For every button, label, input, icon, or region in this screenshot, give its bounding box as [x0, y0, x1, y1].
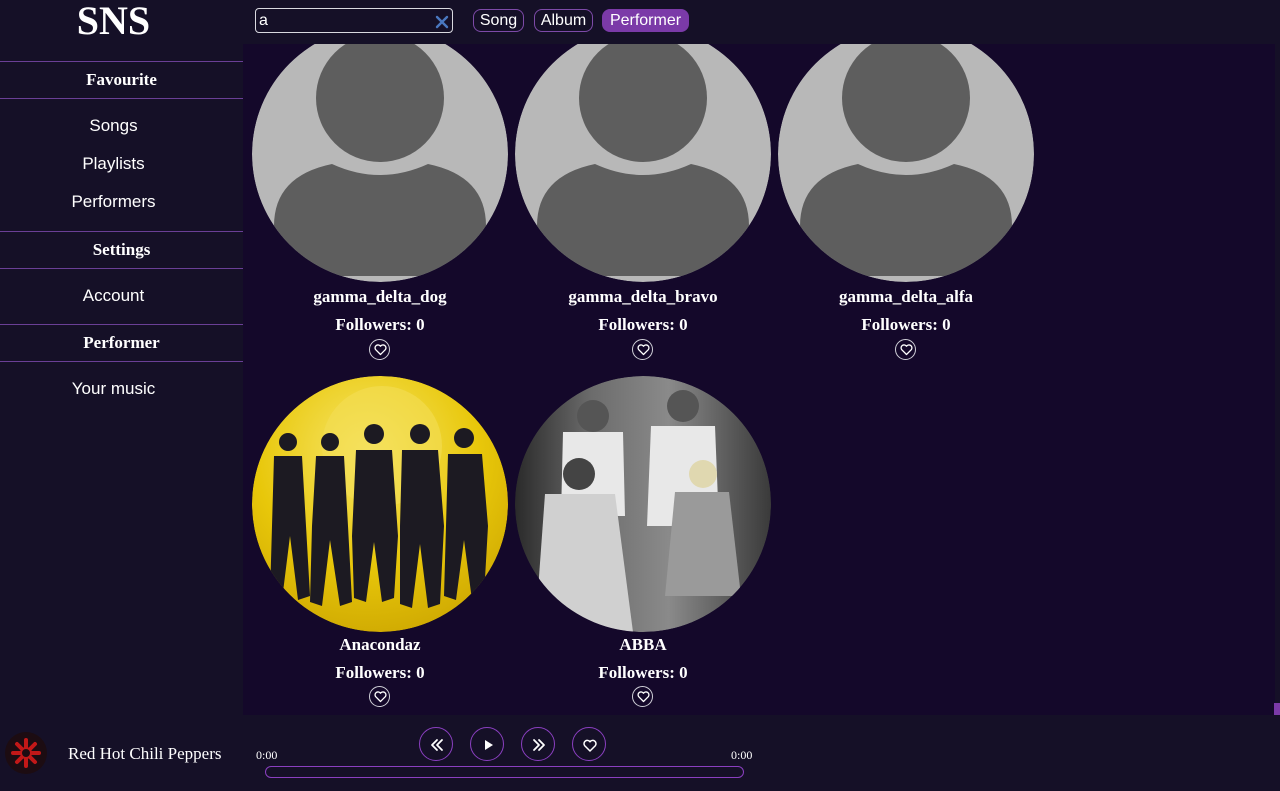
performer-name[interactable]: gamma_delta_dog: [252, 287, 508, 307]
heart-icon: [637, 344, 650, 356]
sidebar-item-songs[interactable]: Songs: [0, 111, 227, 141]
play-icon: [485, 740, 493, 750]
results-area: gamma_delta_dog Followers: 0 gamma_delta…: [243, 44, 1275, 715]
sidebar-heading-settings: Settings: [0, 231, 243, 269]
band-photo-yellow[interactable]: [252, 376, 508, 632]
heart-icon: [637, 691, 650, 703]
performer-name[interactable]: gamma_delta_bravo: [515, 287, 771, 307]
default-avatar-icon[interactable]: [778, 44, 1034, 282]
like-track-button[interactable]: [572, 727, 606, 761]
now-playing-title: Red Hot Chili Peppers: [68, 744, 222, 763]
performer-name[interactable]: Anacondaz: [252, 635, 508, 655]
heart-icon: [583, 739, 597, 752]
default-avatar-icon[interactable]: [252, 44, 508, 282]
sidebar-item-playlists[interactable]: Playlists: [0, 149, 227, 179]
sidebar-heading-performer: Performer: [0, 324, 243, 362]
previous-button[interactable]: [419, 727, 453, 761]
next-button[interactable]: [521, 727, 555, 761]
followers-count: Followers: 0: [335, 663, 425, 682]
filter-album-button[interactable]: Album: [534, 9, 593, 32]
app-logo[interactable]: SNS: [0, 0, 227, 44]
filter-song-button[interactable]: Song: [473, 9, 524, 32]
heart-icon: [374, 344, 387, 356]
time-total: 0:00: [731, 748, 753, 762]
scrollbar-thumb[interactable]: [1274, 703, 1280, 715]
track-cover-art[interactable]: [5, 732, 47, 774]
rewind-icon: [431, 739, 443, 751]
like-button[interactable]: [369, 686, 390, 707]
clear-search-icon[interactable]: [433, 11, 451, 31]
like-button[interactable]: [632, 686, 653, 707]
sidebar-item-your-music[interactable]: Your music: [0, 374, 227, 404]
search-box: [255, 8, 453, 33]
performer-name[interactable]: ABBA: [515, 635, 771, 655]
sidebar-item-performers[interactable]: Performers: [0, 187, 227, 217]
play-button[interactable]: [470, 727, 504, 761]
asterisk-logo-icon: [11, 738, 41, 768]
fast-forward-icon: [533, 739, 545, 751]
followers-count: Followers: 0: [598, 663, 688, 682]
search-input[interactable]: [259, 10, 429, 31]
heart-icon: [374, 691, 387, 703]
followers-count: Followers: 0: [861, 315, 951, 334]
sidebar-item-account[interactable]: Account: [0, 281, 227, 311]
default-avatar-icon[interactable]: [515, 44, 771, 282]
sidebar: SNS Favourite Songs Playlists Performers…: [0, 0, 243, 715]
sidebar-heading-favourite: Favourite: [0, 61, 243, 99]
heart-icon: [900, 344, 913, 356]
like-button[interactable]: [632, 339, 653, 360]
filter-performer-button[interactable]: Performer: [602, 9, 689, 32]
progress-bar[interactable]: [265, 766, 744, 778]
followers-count: Followers: 0: [598, 315, 688, 334]
time-current: 0:00: [256, 748, 278, 762]
performer-name[interactable]: gamma_delta_alfa: [778, 287, 1034, 307]
band-photo-bw[interactable]: [515, 376, 771, 632]
followers-count: Followers: 0: [335, 315, 425, 334]
like-button[interactable]: [369, 339, 390, 360]
like-button[interactable]: [895, 339, 916, 360]
